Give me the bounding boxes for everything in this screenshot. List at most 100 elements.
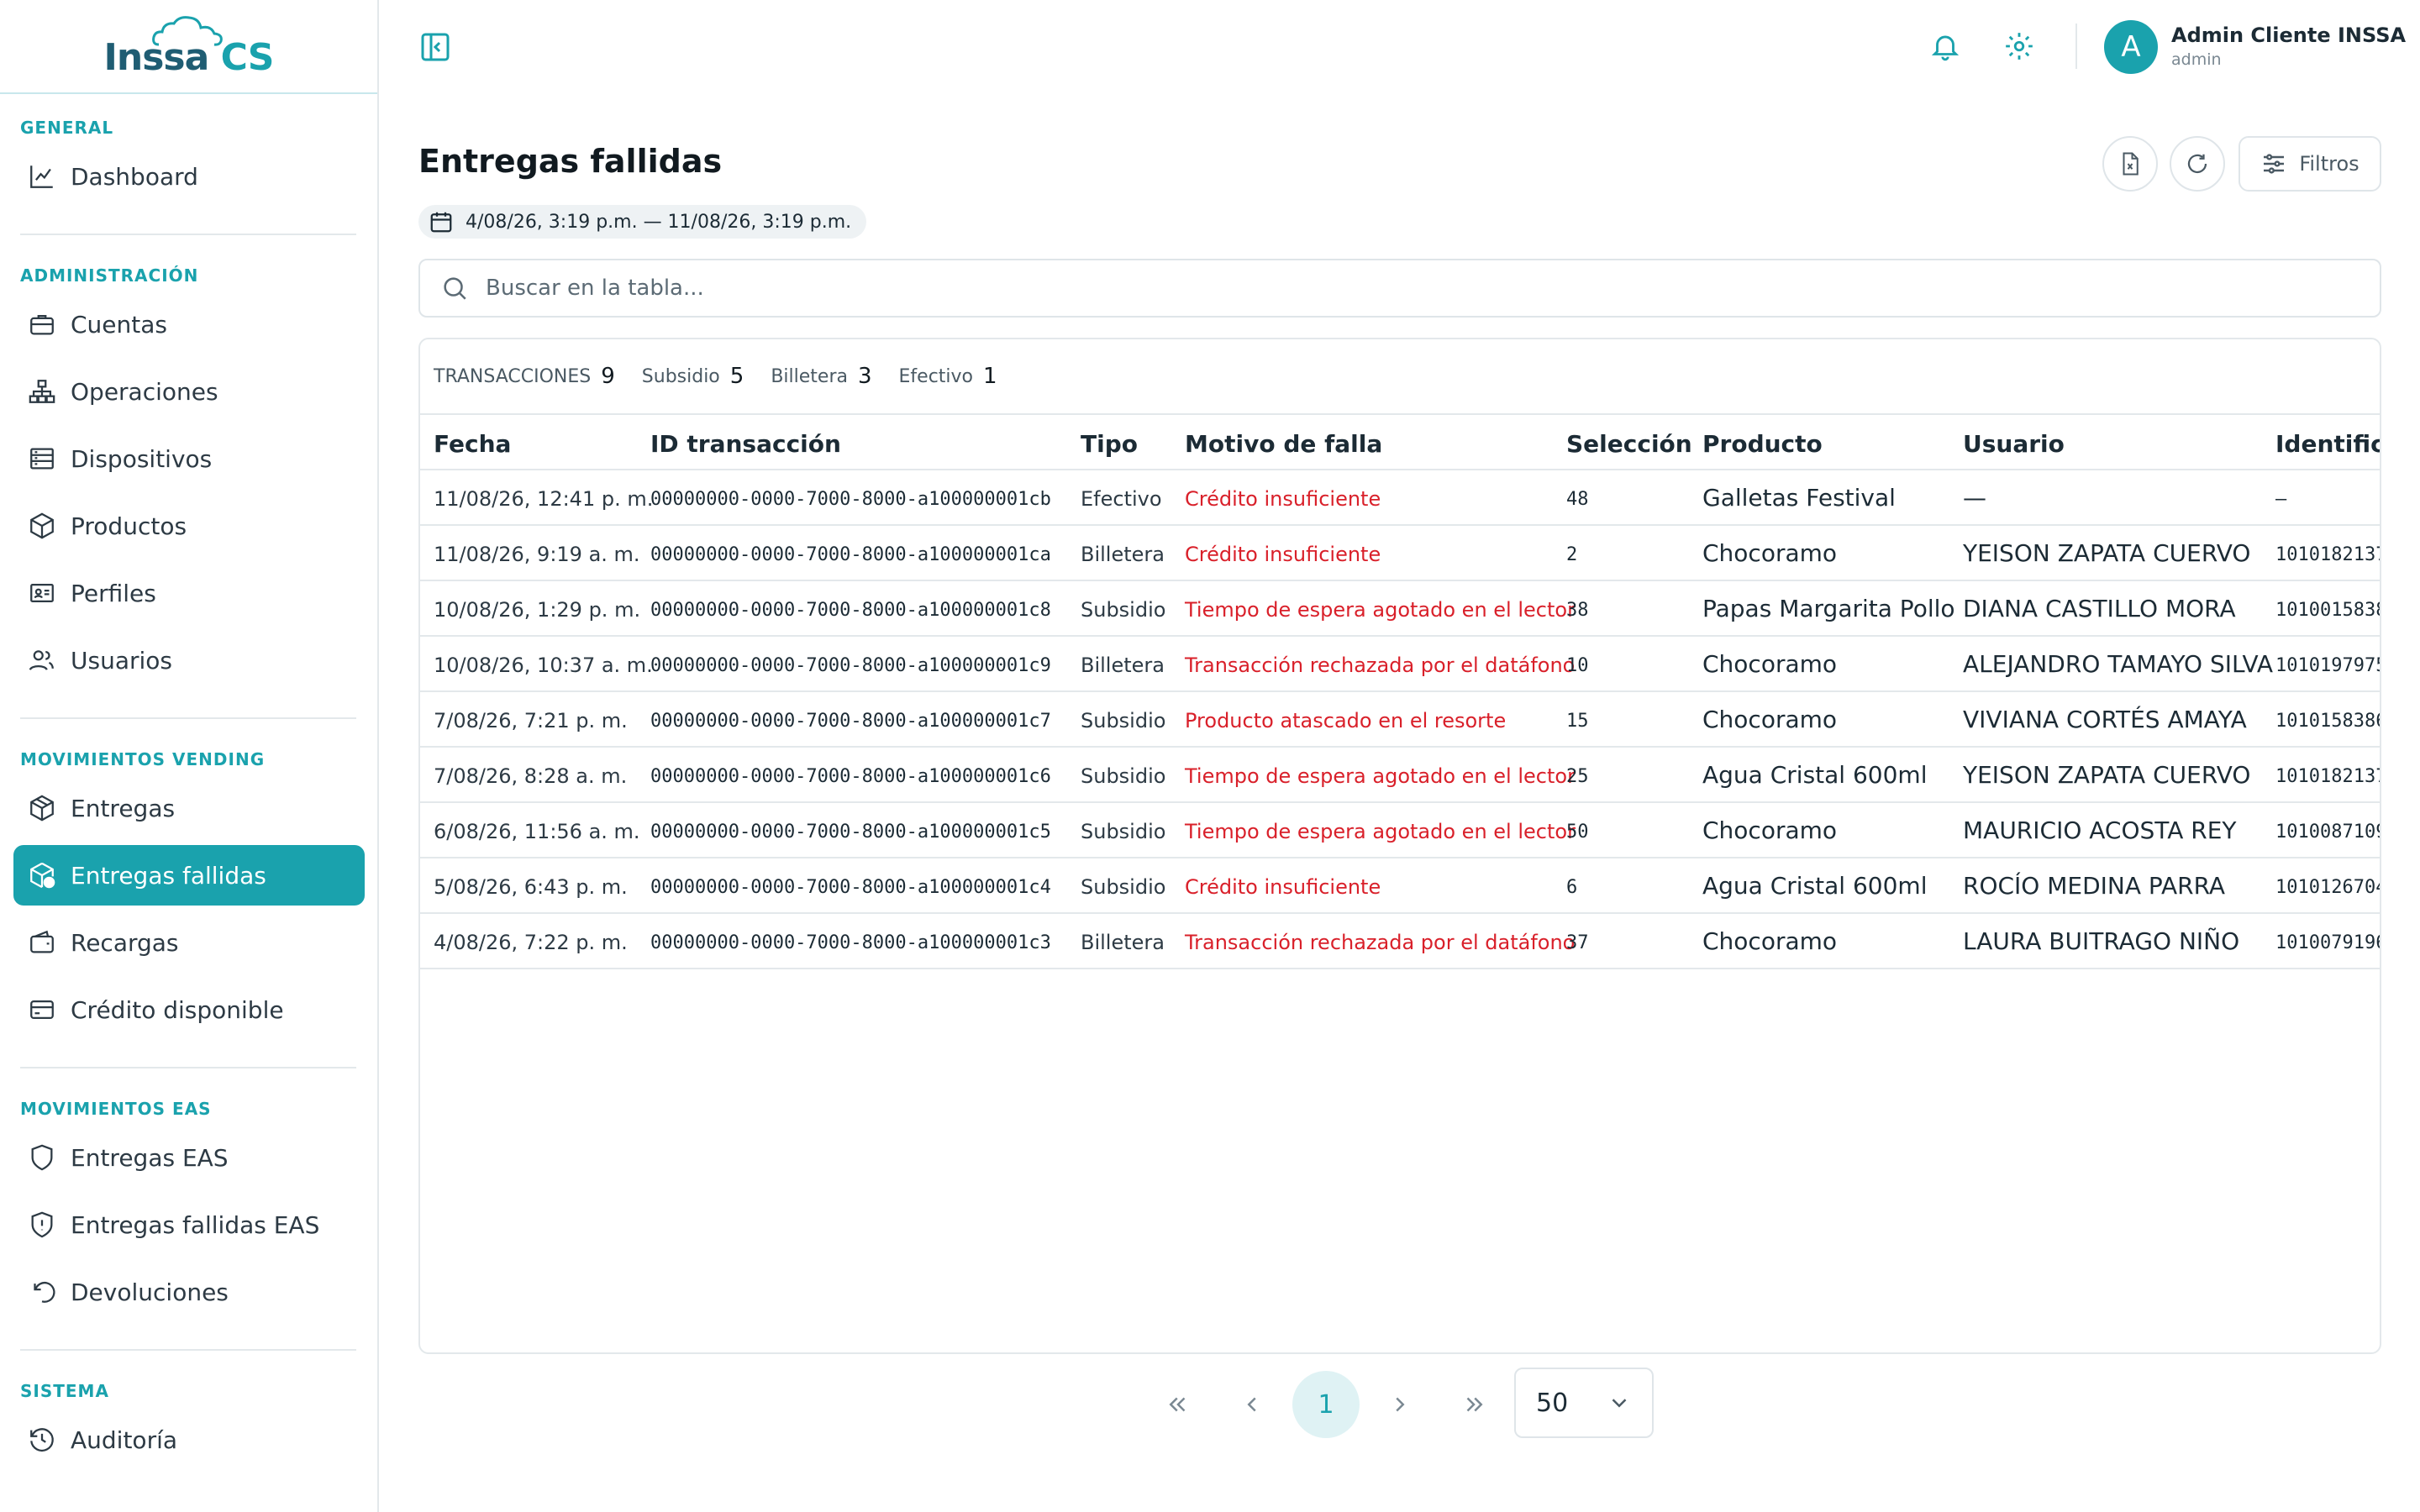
cell-tipo: Subsidio	[1081, 598, 1166, 622]
sidebar-toggle-button[interactable]	[418, 30, 452, 64]
table-row[interactable]: 6/08/26, 11:56 a. m. 00000000-0000-7000-8…	[420, 803, 2380, 858]
sidebar-item-entregas[interactable]: Entregas	[13, 778, 365, 838]
cell-fecha: 10/08/26, 10:37 a. m.	[434, 654, 653, 677]
cell-seleccion: 38	[1566, 600, 1589, 621]
table-body: 11/08/26, 12:41 p. m. 00000000-0000-7000-…	[420, 470, 2380, 969]
column-header-producto[interactable]: Producto	[1702, 430, 1823, 458]
cell-fecha: 10/08/26, 1:29 p. m.	[434, 598, 641, 622]
table-row[interactable]: 10/08/26, 10:37 a. m. 00000000-0000-7000-…	[420, 637, 2380, 692]
next-page-button[interactable]	[1366, 1371, 1434, 1438]
gear-icon	[2006, 33, 2033, 60]
divider	[20, 1067, 356, 1068]
table-row[interactable]: 7/08/26, 8:28 a. m. 00000000-0000-7000-80…	[420, 748, 2380, 803]
cell-motivo: Tiempo de espera agotado en el lector	[1185, 820, 1576, 843]
sidebar-item-label: Entregas	[71, 794, 176, 822]
column-header-id[interactable]: ID transacción	[650, 430, 841, 458]
search-icon	[444, 277, 466, 300]
sidebar-item-productos[interactable]: Productos	[13, 496, 365, 556]
cell-producto: Agua Cristal 600ml	[1702, 872, 1928, 900]
sidebar-item-entregas-fallidas[interactable]: Entregas fallidas	[13, 845, 365, 906]
column-header-identificacion[interactable]: Identifica	[2275, 430, 2380, 458]
table-search[interactable]	[418, 259, 2381, 318]
sidebar-item-recargas[interactable]: Recargas	[13, 912, 365, 973]
prev-page-button[interactable]	[1218, 1371, 1286, 1438]
cell-id: 00000000-0000-7000-8000-a100000001c7	[650, 711, 1051, 732]
cell-id: 00000000-0000-7000-8000-a100000001c9	[650, 655, 1051, 676]
cell-id: 00000000-0000-7000-8000-a100000001c8	[650, 600, 1051, 621]
search-input[interactable]	[486, 276, 2334, 301]
server-icon	[25, 442, 59, 475]
sidebar-item-auditoria[interactable]: Auditoría	[13, 1410, 365, 1470]
sidebar-item-usuarios[interactable]: Usuarios	[13, 630, 365, 690]
table-row[interactable]: 11/08/26, 12:41 p. m. 00000000-0000-7000-…	[420, 470, 2380, 526]
cell-fecha: 11/08/26, 9:19 a. m.	[434, 543, 640, 566]
cell-seleccion: 50	[1566, 822, 1589, 843]
cell-usuario: DIANA CASTILLO MORA	[1963, 595, 2236, 622]
cell-tipo: Subsidio	[1081, 875, 1166, 899]
date-range-chip[interactable]: 4/08/26, 3:19 p.m. — 11/08/26, 3:19 p.m.	[418, 205, 867, 239]
section-sistema: SISTEMA	[20, 1381, 109, 1401]
stats-bar: TRANSACCIONES 9 Subsidio 5 Billetera 3 Efec…	[420, 339, 2380, 415]
avatar[interactable]: A	[2104, 20, 2158, 74]
sidebar-item-label: Dispositivos	[71, 444, 213, 473]
cell-usuario: ALEJANDRO TAMAYO SILVA	[1963, 650, 2274, 678]
table-row[interactable]: 10/08/26, 1:29 p. m. 00000000-0000-7000-8…	[420, 581, 2380, 637]
page-button-current[interactable]: 1	[1292, 1371, 1360, 1438]
table-row[interactable]: 5/08/26, 6:43 p. m. 00000000-0000-7000-80…	[420, 858, 2380, 914]
cell-id: 00000000-0000-7000-8000-a100000001c4	[650, 877, 1051, 898]
column-header-fecha[interactable]: Fecha	[434, 430, 511, 458]
table-row[interactable]: 4/08/26, 7:22 p. m. 00000000-0000-7000-80…	[420, 914, 2380, 969]
cell-seleccion: 15	[1566, 711, 1589, 732]
column-header-usuario[interactable]: Usuario	[1963, 430, 2065, 458]
sidebar-item-label: Crédito disponible	[71, 995, 284, 1024]
settings-button[interactable]	[2003, 30, 2037, 64]
column-header-motivo[interactable]: Motivo de falla	[1185, 430, 1382, 458]
divider	[20, 234, 356, 235]
filters-button[interactable]: Filtros	[2238, 136, 2381, 192]
section-general: GENERAL	[20, 118, 114, 138]
column-header-tipo[interactable]: Tipo	[1081, 430, 1138, 458]
cell-identificacion: 10100158381	[2275, 600, 2380, 621]
sidebar-item-entregas-fallidas-eas[interactable]: Entregas fallidas EAS	[13, 1194, 365, 1255]
cell-seleccion: 2	[1566, 544, 1578, 565]
file-excel-icon	[2123, 152, 2139, 176]
table-row[interactable]: 11/08/26, 9:19 a. m. 00000000-0000-7000-8…	[420, 526, 2380, 581]
sidebar-item-operaciones[interactable]: Operaciones	[13, 361, 365, 422]
sidebar-item-dispositivos[interactable]: Dispositivos	[13, 428, 365, 489]
page-size-select[interactable]: 50	[1514, 1368, 1654, 1438]
cell-producto: Chocoramo	[1702, 650, 1838, 678]
cell-producto: Chocoramo	[1702, 927, 1838, 955]
stat-label: Efectivo	[898, 365, 974, 387]
notifications-button[interactable]	[1929, 30, 1963, 64]
cell-seleccion: 25	[1566, 766, 1589, 787]
undo-icon	[25, 1275, 59, 1309]
cell-motivo: Crédito insuficiente	[1185, 543, 1381, 566]
cell-usuario: VIVIANA CORTÉS AMAYA	[1963, 706, 2247, 733]
sliders-icon	[2264, 154, 2285, 174]
sidebar-item-perfiles[interactable]: Perfiles	[13, 563, 365, 623]
sidebar-item-credito-disponible[interactable]: Crédito disponible	[13, 979, 365, 1040]
cell-motivo: Tiempo de espera agotado en el lector	[1185, 764, 1576, 788]
filters-label: Filtros	[2299, 152, 2360, 176]
sidebar-item-dashboard[interactable]: Dashboard	[13, 146, 365, 207]
logo[interactable]: Inssa CS	[0, 0, 377, 94]
last-page-button[interactable]	[1440, 1371, 1507, 1438]
sidebar-item-cuentas[interactable]: Cuentas	[13, 294, 365, 354]
table-header: Fecha ID transacción Tipo Motivo de fall…	[420, 415, 2380, 470]
cell-producto: Papas Margarita Pollo	[1702, 595, 1955, 622]
refresh-button[interactable]	[2170, 136, 2225, 192]
calendar-icon	[430, 212, 452, 233]
sidebar-item-devoluciones[interactable]: Devoluciones	[13, 1262, 365, 1322]
first-page-button[interactable]	[1144, 1371, 1212, 1438]
sidebar-item-label: Perfiles	[71, 579, 156, 607]
cell-tipo: Subsidio	[1081, 709, 1166, 732]
sidebar-item-label: Operaciones	[71, 377, 218, 406]
sidebar-item-entregas-eas[interactable]: Entregas EAS	[13, 1127, 365, 1188]
user-name[interactable]: Admin Cliente INSSA	[2171, 24, 2406, 47]
table-row[interactable]: 7/08/26, 7:21 p. m. 00000000-0000-7000-80…	[420, 692, 2380, 748]
cell-motivo: Tiempo de espera agotado en el lector	[1185, 598, 1576, 622]
cell-id: 00000000-0000-7000-8000-a100000001c5	[650, 822, 1051, 843]
cell-producto: Chocoramo	[1702, 816, 1838, 844]
export-excel-button[interactable]	[2102, 136, 2158, 192]
column-header-seleccion[interactable]: Selección	[1566, 430, 1692, 458]
